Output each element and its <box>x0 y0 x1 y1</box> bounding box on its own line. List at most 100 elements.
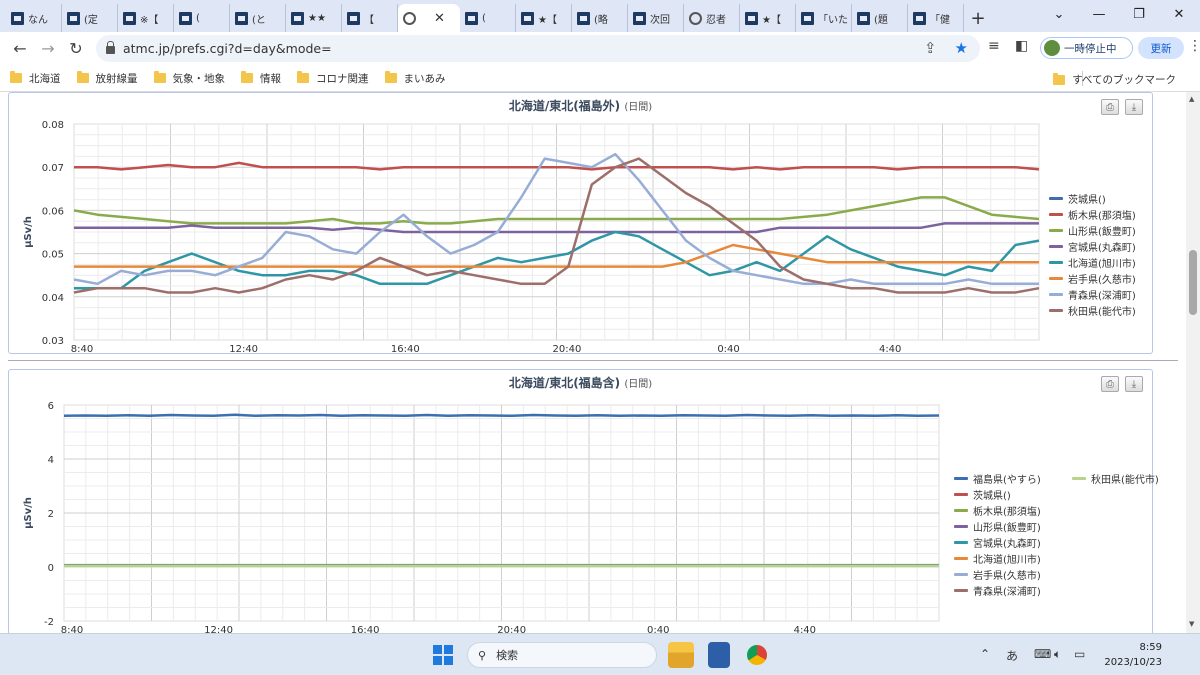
bookmark-folder[interactable]: コロナ関連 <box>297 71 369 86</box>
update-button[interactable]: 更新 <box>1138 37 1184 59</box>
legend-swatch <box>954 540 968 544</box>
legend-item[interactable]: 北海道(旭川市) <box>1049 254 1136 270</box>
legend-item[interactable]: 北海道(旭川市) <box>954 550 1041 566</box>
browser-tab[interactable]: 次回 <box>628 4 684 32</box>
browser-tab[interactable]: ★【 <box>740 4 796 32</box>
file-explorer-icon[interactable] <box>668 642 694 668</box>
menu-kebab-icon[interactable]: ⋮ <box>1188 38 1200 54</box>
legend-item[interactable]: 福島県(やすら) <box>954 470 1041 486</box>
legend-label: 山形県(飯豊町) <box>1068 226 1136 238</box>
bookmark-star-icon[interactable]: ★ <box>955 39 968 57</box>
notepad-icon[interactable] <box>708 642 730 668</box>
legend-label: 秋田県(能代市) <box>1091 474 1159 486</box>
legend-label: 青森県(深浦町) <box>1068 290 1136 302</box>
tab-label: (略 <box>594 14 608 26</box>
speaker-icon[interactable]: 🔈︎ <box>1054 647 1061 662</box>
windows-start-icon[interactable] <box>433 645 453 665</box>
folder-icon <box>1053 72 1066 85</box>
lock-icon[interactable] <box>106 41 115 54</box>
tab-label: ※【 <box>140 14 159 26</box>
pause-label: 一時停止中 <box>1064 42 1117 55</box>
legend-item[interactable]: 茨城県() <box>1049 190 1136 206</box>
maximize-icon[interactable]: ❐ <box>1118 0 1160 28</box>
battery-icon[interactable]: ▭ <box>1074 647 1085 661</box>
legend-item[interactable]: 宮城県(丸森町) <box>954 534 1041 550</box>
bookmark-label: 気象・地象 <box>172 72 226 85</box>
browser-tab[interactable]: (定 <box>62 4 118 32</box>
browser-tab[interactable]: (と <box>230 4 286 32</box>
network-icon[interactable]: ⌨ <box>1034 647 1051 661</box>
chevron-up-icon[interactable]: ⌃ <box>980 647 990 661</box>
taskbar-search[interactable]: ⚲ 検索 <box>467 642 657 668</box>
forward-icon[interactable]: → <box>34 35 62 63</box>
legend-item[interactable]: 栃木県(那須塩) <box>954 502 1041 518</box>
chevron-down-icon[interactable]: ⌄ <box>1038 0 1080 28</box>
reading-list-icon[interactable]: ≡ <box>988 38 1000 54</box>
x-tick-label: 12:40 <box>229 344 258 355</box>
browser-tab[interactable]: ★★ <box>286 4 342 32</box>
site-favicon-icon <box>465 11 478 25</box>
side-panel-icon[interactable]: ◧ <box>1015 38 1028 54</box>
address-bar[interactable]: atmc.jp/prefs.cgi?d=day&mode= ⇪ ★ <box>96 35 980 62</box>
legend-swatch <box>1049 308 1063 312</box>
bookmark-folder[interactable]: 北海道 <box>10 71 61 86</box>
line-chart-top: 0.08 0.07 0.06 0.05 0.04 0.03 8:40 12:40 16:40 20… <box>23 120 1040 355</box>
browser-tab[interactable]: ✕ <box>398 4 460 32</box>
vertical-scrollbar[interactable]: ▲ ▼ <box>1186 92 1200 633</box>
system-clock[interactable]: 8:59 2023/10/23 <box>1104 640 1162 670</box>
back-icon[interactable]: ← <box>6 35 34 63</box>
chrome-icon[interactable] <box>744 642 770 668</box>
clock-date: 2023/10/23 <box>1104 657 1162 668</box>
close-tab-icon[interactable]: ✕ <box>434 11 445 26</box>
legend-item[interactable]: 山形県(飯豊町) <box>954 518 1041 534</box>
tab-label: ★【 <box>762 14 781 26</box>
browser-tab[interactable]: ※【 <box>118 4 174 32</box>
browser-tab[interactable]: ( <box>460 4 516 32</box>
browser-tab[interactable]: (題 <box>852 4 908 32</box>
scroll-down-icon[interactable]: ▼ <box>1189 620 1194 628</box>
browser-tab[interactable]: 「いた <box>796 4 852 32</box>
y-tick-label: 4 <box>48 455 54 466</box>
close-window-icon[interactable]: ✕ <box>1158 0 1200 28</box>
ime-indicator[interactable]: あ <box>1006 647 1018 664</box>
legend-item[interactable]: 岩手県(久慈市) <box>954 566 1041 582</box>
legend-item[interactable]: 山形県(飯豊町) <box>1049 222 1136 238</box>
browser-tab[interactable]: (略 <box>572 4 628 32</box>
legend-item[interactable]: 青森県(深浦町) <box>1049 286 1136 302</box>
legend-item[interactable]: 秋田県(能代市) <box>1049 302 1136 318</box>
bookmark-folder[interactable]: 情報 <box>241 71 281 86</box>
bookmark-label: 情報 <box>260 72 281 85</box>
browser-tab[interactable]: ( <box>174 4 230 32</box>
reload-icon[interactable]: ↻ <box>62 35 90 63</box>
browser-tab[interactable]: ★【 <box>516 4 572 32</box>
browser-tab[interactable]: 【 <box>342 4 398 32</box>
browser-tab[interactable]: 「健 <box>908 4 964 32</box>
browser-tab[interactable]: 忍者 <box>684 4 740 32</box>
all-bookmarks-button[interactable]: すべてのブックマーク <box>1053 72 1176 87</box>
legend-item[interactable]: 秋田県(能代市) <box>1072 470 1159 486</box>
site-favicon-icon <box>11 11 24 25</box>
scroll-up-icon[interactable]: ▲ <box>1189 95 1194 103</box>
browser-tab[interactable]: なん <box>6 4 62 32</box>
scrollbar-thumb[interactable] <box>1189 250 1197 315</box>
all-bookmarks-label: すべてのブックマーク <box>1072 74 1176 86</box>
legend-item[interactable]: 茨城県() <box>954 486 1041 502</box>
x-tick-label: 4:40 <box>879 344 901 355</box>
legend-swatch <box>1049 260 1063 264</box>
site-favicon-icon <box>801 11 814 25</box>
y-tick-label: -2 <box>44 617 54 628</box>
legend-item[interactable]: 岩手県(久慈市) <box>1049 270 1136 286</box>
new-tab-button[interactable]: + <box>964 4 992 32</box>
share-icon[interactable]: ⇪ <box>924 39 937 57</box>
legend-item[interactable]: 青森県(深浦町) <box>954 582 1041 598</box>
minimize-icon[interactable]: — <box>1078 0 1120 28</box>
url-text[interactable]: atmc.jp/prefs.cgi?d=day&mode= <box>123 41 332 56</box>
legend-item[interactable]: 宮城県(丸森町) <box>1049 238 1136 254</box>
y-axis-label: μSv/h <box>23 497 34 529</box>
bookmark-folder[interactable]: 気象・地象 <box>153 71 226 86</box>
tab-label: (定 <box>84 14 98 26</box>
legend-item[interactable]: 栃木県(那須塩) <box>1049 206 1136 222</box>
bookmark-folder[interactable]: 放射線量 <box>76 71 138 86</box>
bookmark-folder[interactable]: まいあみ <box>384 71 446 86</box>
profile-paused-button[interactable]: 一時停止中 <box>1040 37 1133 59</box>
